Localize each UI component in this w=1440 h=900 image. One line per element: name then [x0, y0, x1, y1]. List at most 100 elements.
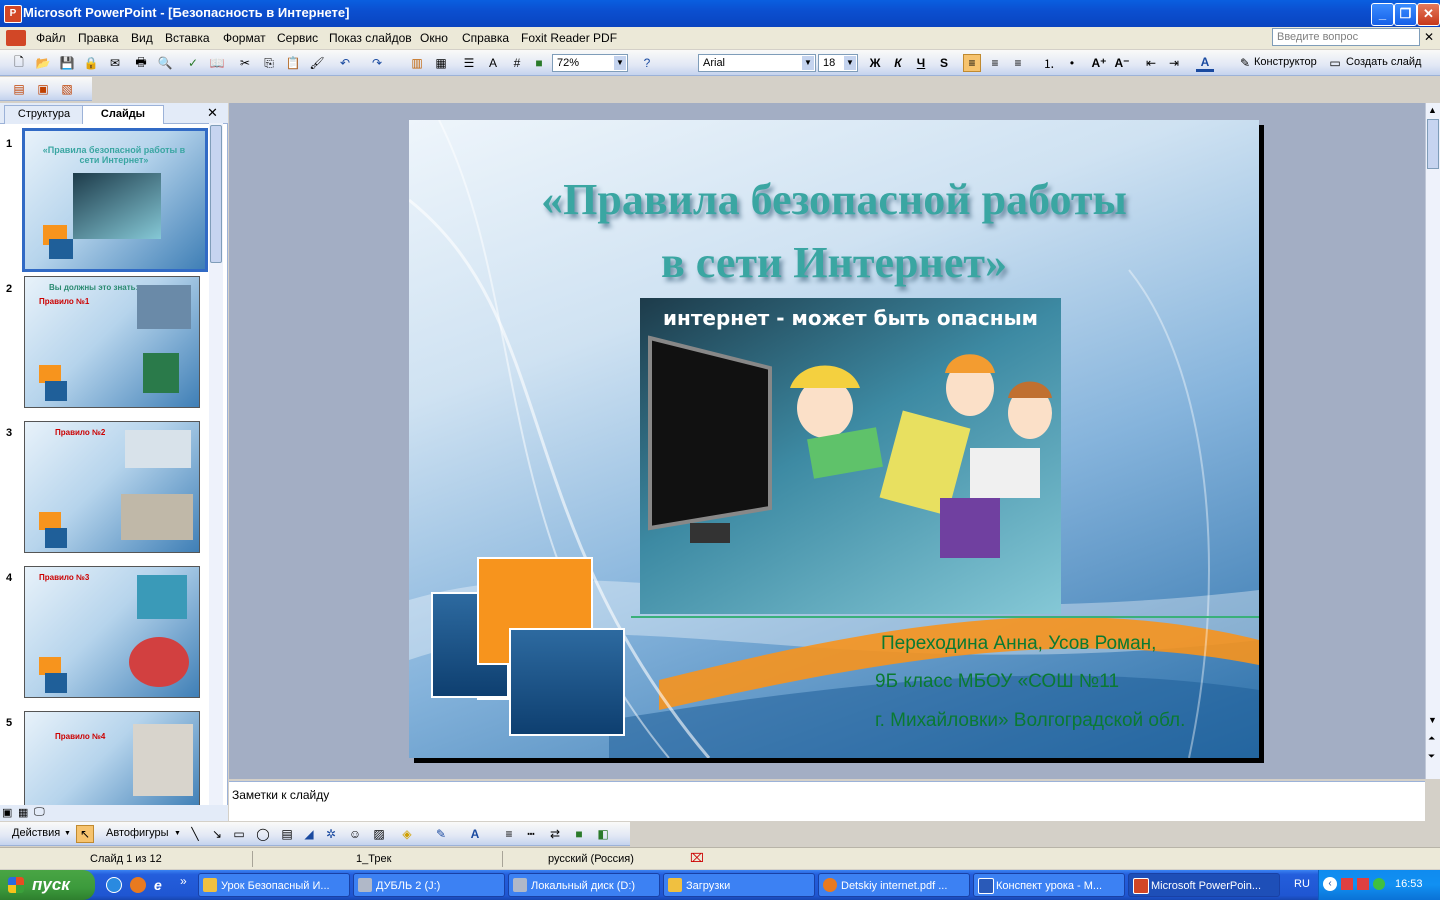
3d-style-icon[interactable]: ◧	[594, 825, 612, 843]
email-icon[interactable]: ✉	[106, 54, 124, 72]
ie-quicklaunch-icon[interactable]	[106, 877, 122, 893]
decrease-indent-icon[interactable]: ⇤	[1142, 54, 1160, 72]
tab-outline[interactable]: Структура	[4, 105, 84, 124]
copy-icon[interactable]: ⎘	[260, 54, 278, 72]
ask-question-input[interactable]: Введите вопрос	[1272, 28, 1420, 46]
select-pointer-icon[interactable]: ↖	[76, 825, 94, 843]
author-line-3[interactable]: г. Михайловки» Волгоградской обл.	[875, 710, 1185, 732]
numbering-icon[interactable]: ⒈	[1040, 54, 1058, 72]
quicklaunch-more-icon[interactable]: »	[180, 874, 187, 888]
maximize-button[interactable]: ❐	[1394, 3, 1417, 26]
slide-design-icon[interactable]: ▣	[34, 80, 52, 98]
paste-icon[interactable]: 📋	[284, 54, 302, 72]
slide-transition-icon[interactable]: ▧	[58, 80, 76, 98]
previous-slide-icon[interactable]: ⏶	[1428, 733, 1435, 744]
slide-thumbnail-4[interactable]: Правило №3	[24, 566, 200, 698]
line-style-icon[interactable]: ≡	[500, 825, 518, 843]
undo-icon[interactable]: ↶	[336, 54, 354, 72]
autoshapes-menu[interactable]: Автофигуры	[106, 827, 169, 839]
scroll-down-icon[interactable]: ▼	[1428, 715, 1437, 725]
rectangle-icon[interactable]: ▭	[230, 825, 248, 843]
redo-icon[interactable]: ↷	[368, 54, 386, 72]
notes-pane[interactable]: Заметки к слайду	[229, 781, 1425, 821]
tab-slides[interactable]: Слайды	[82, 105, 164, 124]
fill-color-icon[interactable]: ◈	[398, 825, 416, 843]
taskbar-item-powerpoint[interactable]: Microsoft PowerPoin...	[1128, 873, 1280, 897]
expand-all-icon[interactable]: ☰	[460, 54, 478, 72]
cut-icon[interactable]: ✂	[236, 54, 254, 72]
slide-layout-icon[interactable]: ▤	[10, 80, 28, 98]
menu-foxit[interactable]: Foxit Reader PDF	[521, 31, 617, 45]
designer-icon[interactable]: ✎	[1236, 54, 1254, 72]
insert-chart-icon[interactable]: ▥	[408, 54, 426, 72]
increase-font-icon[interactable]: A⁺	[1090, 54, 1108, 72]
font-color-icon[interactable]: A	[1196, 54, 1214, 72]
input-language[interactable]: RU	[1294, 878, 1310, 890]
slide-sorter-icon[interactable]: ▦	[18, 806, 28, 819]
menu-view[interactable]: Вид	[131, 31, 153, 45]
menu-slideshow[interactable]: Показ слайдов	[329, 31, 412, 45]
show-grid-icon[interactable]: #	[508, 54, 526, 72]
font-color-icon[interactable]: A	[466, 825, 484, 843]
help-icon[interactable]: ?	[638, 54, 656, 72]
menu-tools[interactable]: Сервис	[277, 31, 318, 45]
taskbar-item-drive-d[interactable]: Локальный диск (D:)	[508, 873, 660, 897]
tray-network-icon[interactable]	[1373, 878, 1385, 890]
taskbar-item-downloads[interactable]: Загрузки	[663, 873, 815, 897]
print-icon[interactable]: 🖶	[132, 54, 150, 72]
research-icon[interactable]: 📖	[208, 54, 226, 72]
font-name-select[interactable]: Arial ▼	[698, 54, 816, 72]
minimize-button[interactable]: _	[1371, 3, 1394, 26]
slideshow-icon[interactable]: 🖵	[34, 806, 45, 819]
open-icon[interactable]: 📂	[34, 54, 52, 72]
print-preview-icon[interactable]: 🔍	[156, 54, 174, 72]
format-painter-icon[interactable]: 🖌	[308, 54, 326, 72]
wordart-icon[interactable]: ◢	[300, 825, 318, 843]
line-color-icon[interactable]: ✎	[432, 825, 450, 843]
taskbar-item-firefox[interactable]: Detskiy internet.pdf ...	[818, 873, 970, 897]
insert-table-icon[interactable]: ▦	[432, 54, 450, 72]
picture-icon[interactable]: ▨	[370, 825, 388, 843]
actions-menu[interactable]: Действия	[12, 827, 60, 839]
shadow-style-icon[interactable]: ■	[570, 825, 588, 843]
taskbar-item-folder[interactable]: Урок Безопасный И...	[198, 873, 350, 897]
slide-thumbnail-5[interactable]: Правило №4	[24, 711, 200, 809]
italic-button[interactable]: К	[889, 54, 907, 72]
align-center-icon[interactable]: ≡	[986, 54, 1004, 72]
author-line-1[interactable]: Переходина Анна, Усов Роман,	[881, 633, 1156, 655]
clipart-icon[interactable]: ☺	[346, 825, 364, 843]
clock[interactable]: 16:53	[1395, 878, 1423, 890]
scroll-up-icon[interactable]: ▲	[1428, 105, 1437, 115]
close-pane-icon[interactable]: ✕	[207, 105, 218, 121]
increase-indent-icon[interactable]: ⇥	[1165, 54, 1183, 72]
bold-button[interactable]: Ж	[866, 54, 884, 72]
arrow-icon[interactable]: ↘	[208, 825, 226, 843]
thumbnails-scrollbar[interactable]	[209, 123, 223, 807]
font-size-select[interactable]: 18 ▼	[818, 54, 858, 72]
taskbar-item-word[interactable]: Конспект урока - М...	[973, 873, 1125, 897]
bullets-icon[interactable]: •	[1063, 54, 1081, 72]
color-grayscale-icon[interactable]: ■	[530, 54, 548, 72]
start-button[interactable]: пуск	[0, 870, 95, 900]
tray-security-icon[interactable]	[1341, 878, 1353, 890]
menu-file[interactable]: Файл	[36, 31, 66, 45]
show-formatting-icon[interactable]: A	[484, 54, 502, 72]
new-icon[interactable]: 🗋	[10, 54, 28, 72]
normal-view-icon[interactable]: ▣	[2, 806, 12, 819]
dash-style-icon[interactable]: ┅	[522, 825, 540, 843]
menu-help[interactable]: Справка	[462, 31, 509, 45]
slide-picture[interactable]: интернет - может быть опасным	[640, 298, 1061, 614]
align-right-icon[interactable]: ≡	[1009, 54, 1027, 72]
spelling-icon[interactable]: ✓	[184, 54, 202, 72]
close-button[interactable]: ✕	[1417, 3, 1440, 26]
tray-expand-icon[interactable]: ‹	[1323, 877, 1337, 891]
taskbar-item-drive-j[interactable]: ДУБЛЬ 2 (J:)	[353, 873, 505, 897]
menu-window[interactable]: Окно	[420, 31, 448, 45]
menu-edit[interactable]: Правка	[78, 31, 119, 45]
close-document-icon[interactable]: ✕	[1424, 30, 1434, 44]
document-icon[interactable]	[6, 30, 26, 46]
menu-format[interactable]: Формат	[223, 31, 266, 45]
decrease-font-icon[interactable]: A⁻	[1113, 54, 1131, 72]
designer-button[interactable]: Конструктор	[1254, 56, 1317, 68]
tray-antivirus-icon[interactable]	[1357, 878, 1369, 890]
